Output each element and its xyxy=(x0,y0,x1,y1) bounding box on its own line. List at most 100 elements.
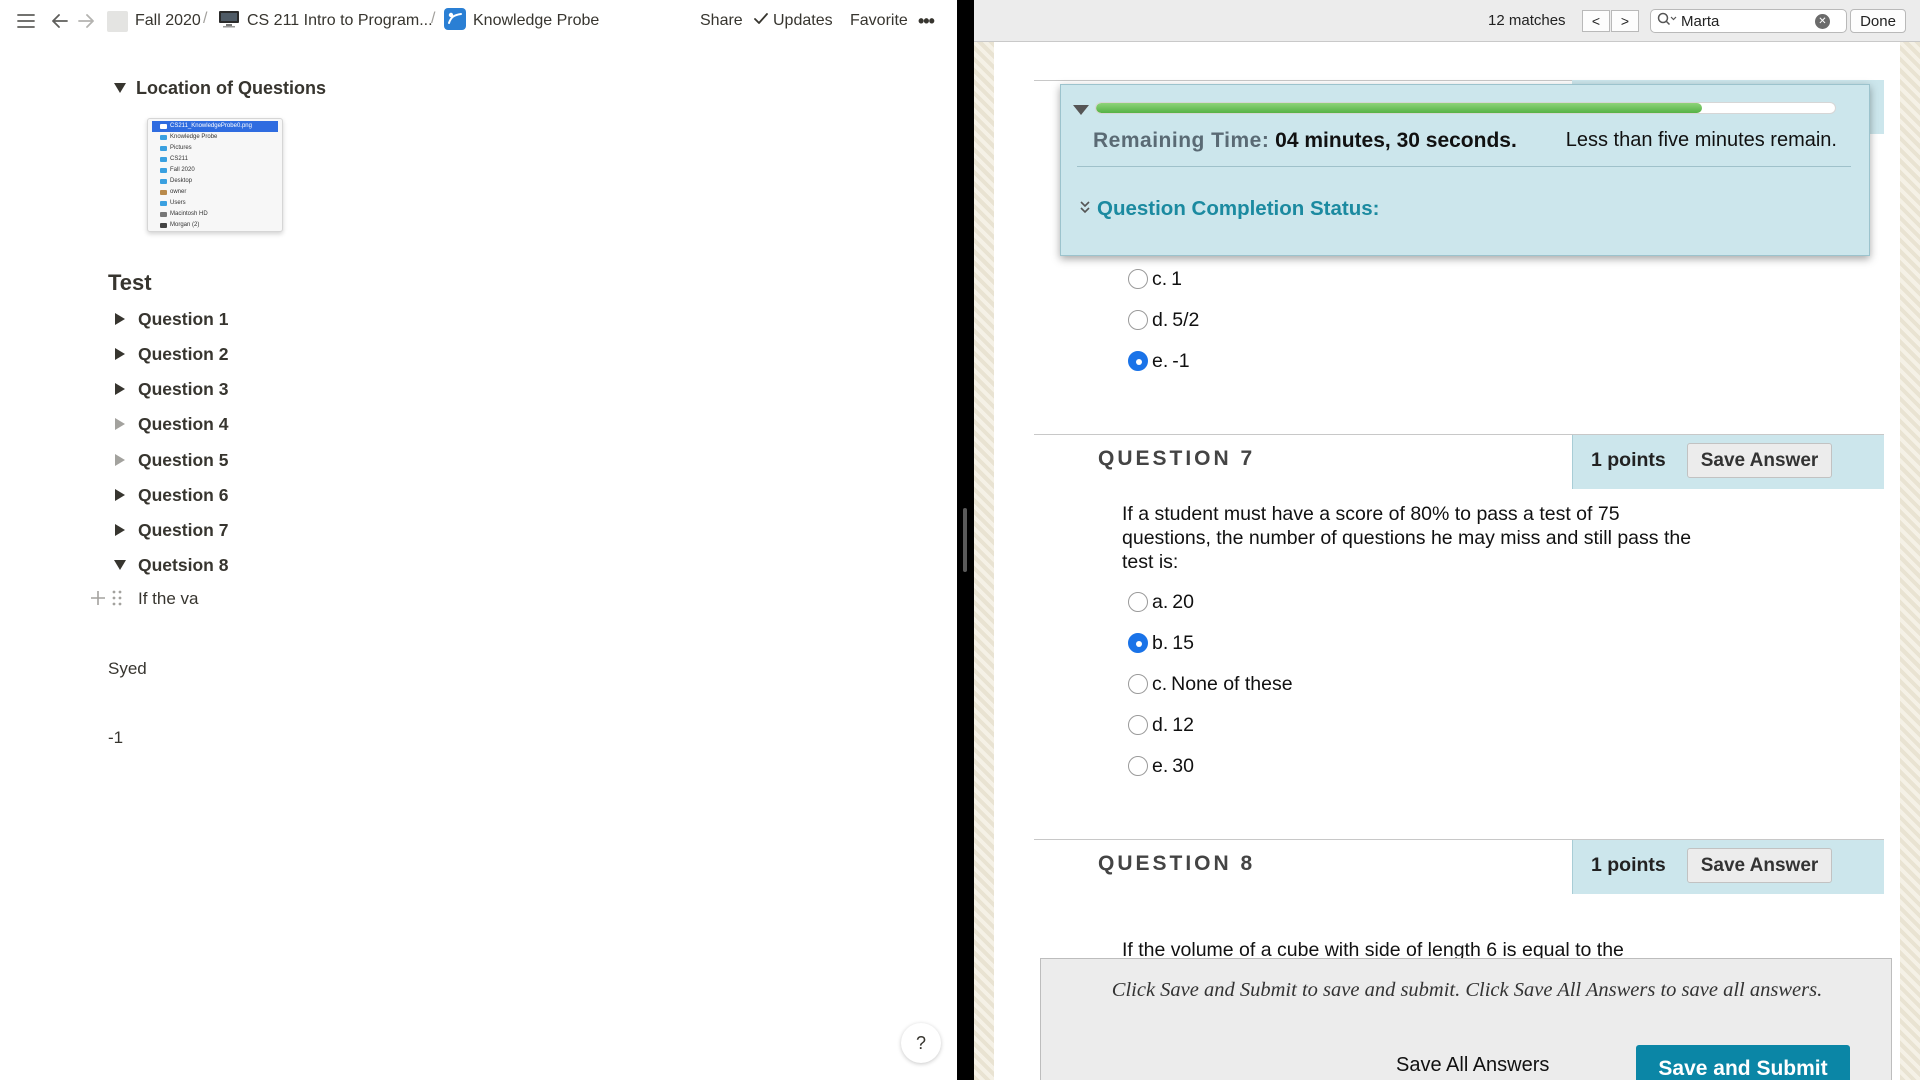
radio-button[interactable] xyxy=(1128,674,1148,694)
plus-icon[interactable] xyxy=(90,590,106,611)
question-toggle[interactable]: Question 2 xyxy=(108,341,228,367)
triangle-right-icon[interactable] xyxy=(108,411,132,437)
triangle-right-icon[interactable] xyxy=(108,376,132,402)
q8-child-text[interactable]: If the va xyxy=(138,589,198,609)
help-button[interactable]: ? xyxy=(901,1023,941,1063)
location-heading: Location of Questions xyxy=(136,77,327,98)
triangle-right-icon[interactable] xyxy=(108,517,132,543)
question-toggle-label: Quetsion 8 xyxy=(138,554,229,575)
option-letter: b. xyxy=(1152,631,1169,654)
save-answer-button[interactable]: Save Answer xyxy=(1687,443,1832,478)
minutes-value: 04 xyxy=(1275,129,1299,152)
triangle-right-icon[interactable] xyxy=(108,341,132,367)
menu-icon[interactable] xyxy=(14,9,38,33)
radio-button[interactable] xyxy=(1128,269,1148,289)
radio-selected[interactable] xyxy=(1128,633,1148,653)
timer-divider xyxy=(1077,166,1851,167)
find-previous-button[interactable]: < xyxy=(1582,10,1610,32)
share-button[interactable]: Share xyxy=(700,9,743,33)
option-text: 20 xyxy=(1172,590,1194,613)
collapse-triangle-icon[interactable] xyxy=(1073,105,1089,115)
option-text: 15 xyxy=(1172,631,1194,654)
exam-content: b.-7c.1d.5/2e.-1 QUESTION 7 1 points Sav… xyxy=(994,42,1900,1080)
blank-page-icon xyxy=(107,10,128,32)
clear-search-icon[interactable]: ✕ xyxy=(1815,13,1830,29)
seconds-word: seconds. xyxy=(1425,129,1517,152)
question-7-header: QUESTION 7 1 points Save Answer xyxy=(1034,434,1884,490)
radio-selected[interactable] xyxy=(1128,351,1148,371)
question-toggle[interactable]: Question 7 xyxy=(108,517,228,543)
option-text: 12 xyxy=(1172,713,1194,736)
answer-option[interactable]: c. 1 xyxy=(1128,266,1182,292)
option-letter: c. xyxy=(1152,267,1168,290)
home-icon xyxy=(160,190,167,195)
question-toggle[interactable]: Question 1 xyxy=(108,306,228,332)
question-toggle[interactable]: Quetsion 8 xyxy=(108,552,228,578)
folder-icon xyxy=(160,146,167,151)
updates-label: Updates xyxy=(773,12,833,29)
radio-button[interactable] xyxy=(1128,715,1148,735)
toggle-location-of-questions: Location of Questions xyxy=(108,75,326,101)
option-letter: a. xyxy=(1152,590,1169,613)
answer-option[interactable]: e. -1 xyxy=(1128,348,1190,374)
updates-button[interactable]: Updates xyxy=(754,9,833,33)
find-done-button[interactable]: Done xyxy=(1850,9,1906,33)
folder-icon xyxy=(160,168,167,173)
breadcrumb-cs211[interactable]: CS 211 Intro to Program... xyxy=(218,9,433,33)
favorite-button[interactable]: Favorite xyxy=(850,9,908,33)
answer-option[interactable]: d. 5/2 xyxy=(1128,307,1199,333)
split-view-divider[interactable] xyxy=(957,0,974,1080)
block-handle xyxy=(90,590,122,611)
option-letter: e. xyxy=(1152,754,1169,777)
divider-grip[interactable] xyxy=(963,508,967,572)
question-title: QUESTION 8 xyxy=(1098,852,1256,875)
triangle-right-icon[interactable] xyxy=(108,447,132,473)
breadcrumb-label: CS 211 Intro to Program... xyxy=(247,12,433,29)
question-toggle[interactable]: Question 6 xyxy=(108,482,228,508)
question-toggle-label: Question 7 xyxy=(138,519,229,540)
folder-icon xyxy=(160,157,167,162)
find-input[interactable] xyxy=(1681,12,1811,30)
option-text: 30 xyxy=(1172,754,1194,777)
question-title: QUESTION 7 xyxy=(1098,447,1256,470)
finder-path-thumbnail[interactable]: CS211_KnowledgeProbe0.png Knowledge Prob… xyxy=(147,118,283,232)
triangle-right-icon[interactable] xyxy=(108,482,132,508)
answer-option[interactable]: e. 30 xyxy=(1128,753,1194,779)
option-letter: d. xyxy=(1152,713,1169,736)
answer-option[interactable]: a. 20 xyxy=(1128,589,1194,615)
find-next-button[interactable]: > xyxy=(1611,10,1639,32)
breadcrumb-knowledge-probe[interactable]: Knowledge Probe xyxy=(444,7,599,33)
answer-option[interactable]: d. 12 xyxy=(1128,712,1194,738)
text-block[interactable]: Syed xyxy=(108,659,147,679)
question-toggle[interactable]: Question 4 xyxy=(108,411,228,437)
triangle-down-icon[interactable] xyxy=(108,75,132,101)
answer-option[interactable]: b. 15 xyxy=(1128,630,1194,656)
more-options-button[interactable]: ••• xyxy=(918,9,935,33)
save-all-answers-button[interactable]: Save All Answers xyxy=(1396,1054,1549,1080)
text-block[interactable]: -1 xyxy=(108,728,123,748)
question-points: 1 points xyxy=(1591,449,1666,471)
submit-footer: Click Save and Submit to save and submit… xyxy=(1040,958,1892,1080)
question-completion-status-toggle[interactable]: Question Completion Status: xyxy=(1079,197,1379,221)
forward-arrow-icon[interactable] xyxy=(74,9,98,33)
disk-icon xyxy=(160,223,167,228)
find-search-field[interactable]: ✕ xyxy=(1650,9,1847,33)
answer-option[interactable]: c. None of these xyxy=(1128,671,1293,697)
radio-button[interactable] xyxy=(1128,756,1148,776)
breadcrumb-fall-2020[interactable]: Fall 2020 xyxy=(107,9,201,33)
back-arrow-icon[interactable] xyxy=(48,9,72,33)
save-answer-button[interactable]: Save Answer xyxy=(1687,848,1832,883)
drag-handle-icon[interactable] xyxy=(112,590,122,611)
radio-button[interactable] xyxy=(1128,592,1148,612)
page-margin-left xyxy=(974,42,994,1080)
question-toggle[interactable]: Question 5 xyxy=(108,447,228,473)
question-toggle-label: Question 1 xyxy=(138,308,229,329)
double-chevron-down-icon xyxy=(1079,200,1091,219)
triangle-right-icon[interactable] xyxy=(108,306,132,332)
save-and-submit-button[interactable]: Save and Submit xyxy=(1636,1045,1850,1080)
triangle-down-icon[interactable] xyxy=(108,552,132,578)
question-toggle[interactable]: Question 3 xyxy=(108,376,228,402)
points-panel: 1 points Save Answer xyxy=(1572,435,1884,489)
time-progress-bar xyxy=(1095,102,1836,114)
radio-button[interactable] xyxy=(1128,310,1148,330)
